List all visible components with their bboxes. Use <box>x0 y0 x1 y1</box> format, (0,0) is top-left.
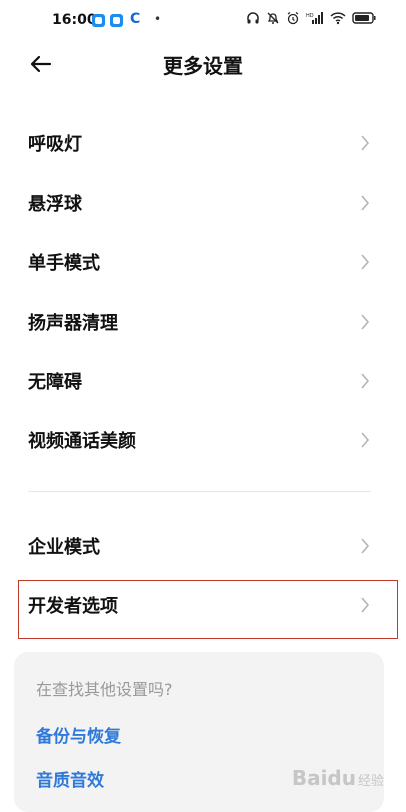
settings-item-breathing-light[interactable]: 呼吸灯 <box>0 114 406 172</box>
watermark-text: Baidu <box>291 766 356 790</box>
backup-restore-link[interactable]: 备份与恢复 <box>36 722 121 747</box>
settings-item-label: 视频通话美颜 <box>28 431 136 452</box>
wifi-icon <box>330 12 346 25</box>
chevron-right-icon <box>361 254 370 270</box>
card-title: 在查找其他设置吗? <box>36 680 173 699</box>
section-divider <box>28 491 371 492</box>
settings-item-label: 企业模式 <box>28 537 100 558</box>
settings-item-floating-ball[interactable]: 悬浮球 <box>0 174 406 232</box>
status-bar: 16:00 C • HD <box>0 0 406 44</box>
settings-item-speaker-cleaning[interactable]: 扬声器清理 <box>0 293 406 351</box>
page-title: 更多设置 <box>163 54 243 78</box>
settings-item-label: 单手模式 <box>28 253 100 274</box>
settings-item-video-call-beauty[interactable]: 视频通话美颜 <box>0 411 406 469</box>
chevron-right-icon <box>361 373 370 389</box>
headphones-icon <box>247 12 259 24</box>
settings-item-developer-options[interactable]: 开发者选项 <box>0 576 406 634</box>
c-app-icon: C <box>130 11 141 27</box>
chevron-right-icon <box>361 314 370 330</box>
header: 更多设置 <box>0 44 406 84</box>
chevron-right-icon <box>361 432 370 448</box>
settings-item-accessibility[interactable]: 无障碍 <box>0 352 406 410</box>
sound-quality-link[interactable]: 音质音效 <box>36 766 104 791</box>
baidu-watermark: Baidu 经验 <box>292 766 384 790</box>
settings-item-enterprise-mode[interactable]: 企业模式 <box>0 517 406 575</box>
bell-off-icon <box>267 12 279 24</box>
alarm-icon <box>287 12 299 25</box>
settings-item-label: 呼吸灯 <box>28 134 82 155</box>
svg-text:HD: HD <box>306 13 314 19</box>
settings-item-label: 开发者选项 <box>28 596 118 617</box>
settings-item-label: 无障碍 <box>28 372 82 393</box>
settings-item-label: 悬浮球 <box>28 194 82 215</box>
app-notification-icon <box>92 14 105 27</box>
watermark-sub: 经验 <box>357 774 384 789</box>
hd-signal-icon: HD <box>306 12 323 24</box>
status-icons: HD <box>246 11 376 25</box>
status-time: 16:00 <box>52 12 97 28</box>
settings-item-label: 扬声器清理 <box>28 313 118 334</box>
more-notifications-dot: • <box>154 12 162 26</box>
battery-icon <box>352 12 376 24</box>
chevron-right-icon <box>361 135 370 151</box>
chevron-right-icon <box>361 195 370 211</box>
chevron-right-icon <box>361 538 370 554</box>
settings-item-one-hand-mode[interactable]: 单手模式 <box>0 233 406 291</box>
chevron-right-icon <box>361 597 370 613</box>
app-notification-icon <box>110 14 123 27</box>
